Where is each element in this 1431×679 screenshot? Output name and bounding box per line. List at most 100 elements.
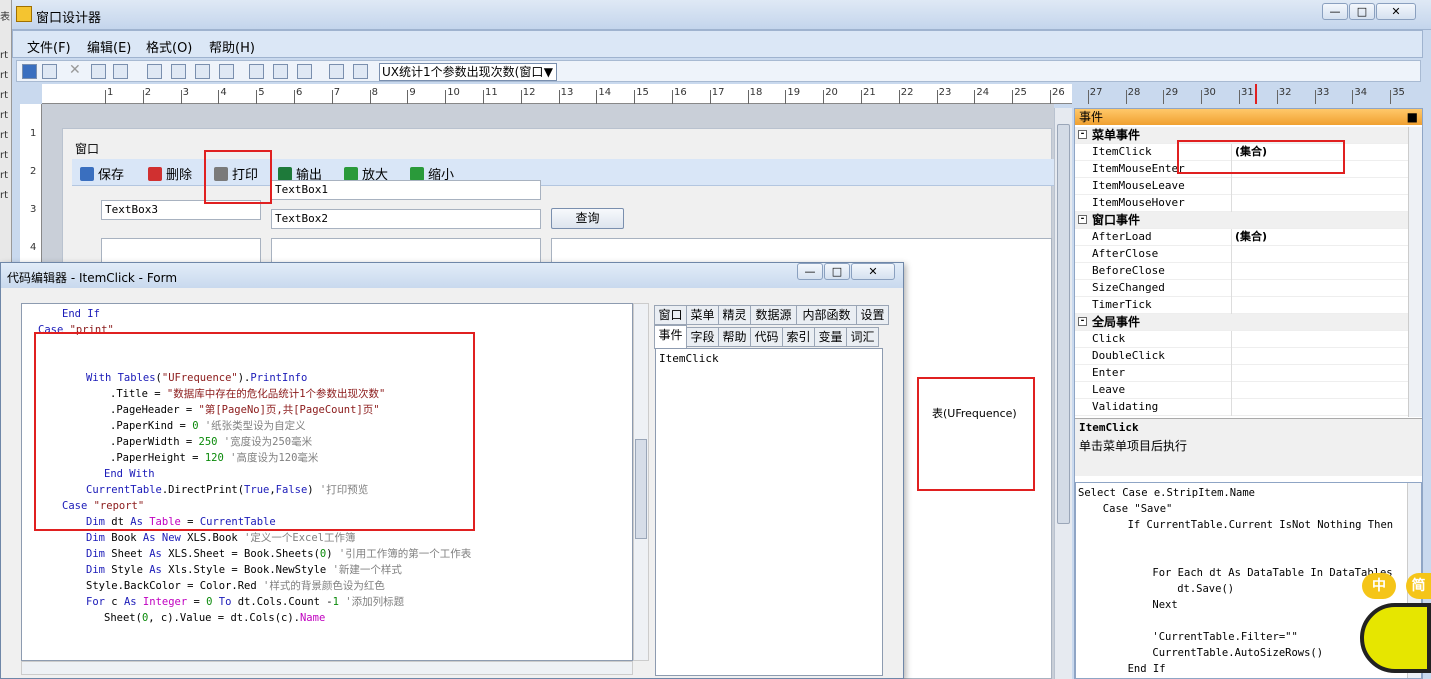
editor-close-button[interactable]: ✕ — [851, 263, 895, 280]
ruler-tick — [142, 90, 144, 104]
align-top-icon[interactable] — [195, 64, 210, 79]
tab-row1-0[interactable]: 窗口 — [654, 305, 687, 325]
textbox2[interactable]: TextBox2 — [271, 209, 541, 229]
save-icon[interactable] — [22, 64, 37, 79]
ime-mascot-icon[interactable] — [1360, 603, 1431, 673]
property-row[interactable]: BeforeClose — [1075, 263, 1408, 280]
property-row[interactable]: ItemMouseHover — [1075, 195, 1408, 212]
ruler-tick — [407, 90, 409, 104]
minimize-button[interactable]: — — [1322, 3, 1348, 20]
textbox1[interactable]: TextBox1 — [271, 180, 541, 200]
editor-title-bar: 代码编辑器 - ItemClick - Form — [1, 263, 903, 288]
ruler-label: 24 — [976, 87, 990, 98]
align-left-icon[interactable] — [147, 64, 162, 79]
tab-order-icon[interactable] — [329, 64, 344, 79]
form-toolbar-label: 保存 — [98, 168, 125, 183]
collapse-icon[interactable]: - — [1078, 215, 1087, 224]
same-height-icon[interactable] — [273, 64, 288, 79]
control-selector-combo[interactable]: UX统计1个参数出现次数(窗口 ▼ — [379, 63, 557, 81]
property-row[interactable]: Leave — [1075, 382, 1408, 399]
tab-row2-5[interactable]: 变量 — [814, 327, 847, 347]
menu-help[interactable]: 帮助(H) — [209, 37, 255, 56]
align-right-icon[interactable] — [171, 64, 186, 79]
properties-icon[interactable] — [42, 64, 57, 79]
code-vscrollbar[interactable] — [633, 303, 649, 661]
ime-simplified-badge[interactable]: 简 — [1406, 573, 1431, 599]
vruler-label: 4 — [30, 242, 37, 253]
tab-row1-1[interactable]: 菜单 — [686, 305, 719, 325]
code-token: Book — [111, 532, 143, 544]
code-token: Name — [299, 612, 326, 624]
helper-list-item[interactable]: ItemClick — [659, 352, 719, 365]
highlight-box-print — [204, 150, 272, 204]
property-row[interactable]: Validating — [1075, 399, 1408, 416]
tab-row1-3[interactable]: 数据源 — [750, 305, 797, 325]
form-toolbar-button-0[interactable]: 保存 — [80, 164, 124, 183]
ruler-label: 20 — [825, 87, 838, 98]
menu-format[interactable]: 格式(O) — [146, 37, 192, 56]
same-size-icon[interactable] — [297, 64, 312, 79]
ruler-tick — [747, 90, 749, 104]
copy-icon[interactable] — [91, 64, 106, 79]
ruler-tick — [294, 90, 295, 104]
menu-file[interactable]: 文件(F) — [27, 37, 71, 56]
cut-icon[interactable]: ✕ — [69, 63, 84, 79]
tab-row2-1[interactable]: 字段 — [686, 327, 719, 347]
same-width-icon[interactable] — [249, 64, 264, 79]
ruler-label: 19 — [787, 87, 801, 98]
property-name: Leave — [1092, 383, 1126, 396]
highlight-box-code — [34, 332, 475, 531]
tab-row1-5[interactable]: 设置 — [856, 305, 889, 325]
tab-row1-2[interactable]: 精灵 — [718, 305, 751, 325]
tab-row2-2[interactable]: 帮助 — [718, 327, 751, 347]
desc-text: 单击菜单项目后执行 — [1079, 439, 1188, 453]
property-row[interactable]: Click — [1075, 331, 1408, 348]
tab-row2-3[interactable]: 代码 — [750, 327, 783, 347]
code-hscrollbar[interactable] — [21, 661, 633, 675]
editor-title: 代码编辑器 - ItemClick - Form — [7, 271, 178, 285]
ruler-label: 26 — [1052, 87, 1065, 98]
collapse-icon[interactable]: - — [1078, 130, 1087, 139]
property-row[interactable]: TimerTick — [1075, 297, 1408, 314]
ruler-tick — [445, 90, 447, 104]
paste-icon[interactable] — [113, 64, 128, 79]
property-row[interactable]: SizeChanged — [1075, 280, 1408, 297]
vruler-label: 2 — [30, 166, 37, 177]
ime-chinese-badge[interactable]: 中 — [1362, 573, 1396, 599]
property-row[interactable]: AfterClose — [1075, 246, 1408, 263]
menu-edit[interactable]: 编辑(E) — [87, 37, 131, 56]
code-line: Style.BackColor = Color.Red '样式的背景颜色设为红色 — [86, 578, 385, 594]
form-toolbar-button-1[interactable]: 删除 — [148, 164, 192, 183]
category-name: 菜单事件 — [1092, 128, 1141, 142]
property-value[interactable]: (集合) — [1235, 229, 1267, 245]
vruler-label: 3 — [30, 204, 37, 215]
property-divider — [1231, 348, 1232, 365]
editor-maximize-button[interactable]: □ — [824, 263, 850, 280]
pin-icon[interactable]: ■ — [1407, 109, 1418, 125]
editor-minimize-button[interactable]: — — [797, 263, 823, 280]
property-row[interactable]: DoubleClick — [1075, 348, 1408, 365]
tab-row2-4[interactable]: 索引 — [782, 327, 815, 347]
code-vscroll-thumb[interactable] — [635, 439, 647, 539]
property-grid-scrollbar[interactable] — [1408, 127, 1422, 417]
query-button[interactable]: 查询 — [551, 208, 624, 229]
layout-icon[interactable] — [353, 64, 368, 79]
property-divider — [1231, 280, 1232, 297]
canvas-scrollbar[interactable] — [1054, 108, 1072, 679]
scroll-thumb[interactable] — [1057, 124, 1070, 524]
property-row[interactable]: AfterLoad (集合) — [1075, 229, 1408, 246]
collapse-icon[interactable]: - — [1078, 317, 1087, 326]
property-divider — [1231, 331, 1232, 348]
tab-row1-4[interactable]: 内部函数 — [796, 305, 857, 325]
maximize-button[interactable]: □ — [1349, 3, 1375, 20]
tab-row2-0[interactable]: 事件 — [654, 325, 687, 349]
properties-header-label: 事件 — [1079, 110, 1104, 124]
property-row[interactable]: ItemMouseLeave — [1075, 178, 1408, 195]
close-button[interactable]: ✕ — [1376, 3, 1416, 20]
left-strip-text: 表 — [0, 12, 10, 23]
align-bottom-icon[interactable] — [219, 64, 234, 79]
property-row[interactable]: Enter — [1075, 365, 1408, 382]
tab-row2-6[interactable]: 词汇 — [846, 327, 879, 347]
code-preview-line: dt.Save() — [1177, 583, 1235, 595]
helper-list[interactable]: ItemClick — [655, 348, 883, 676]
